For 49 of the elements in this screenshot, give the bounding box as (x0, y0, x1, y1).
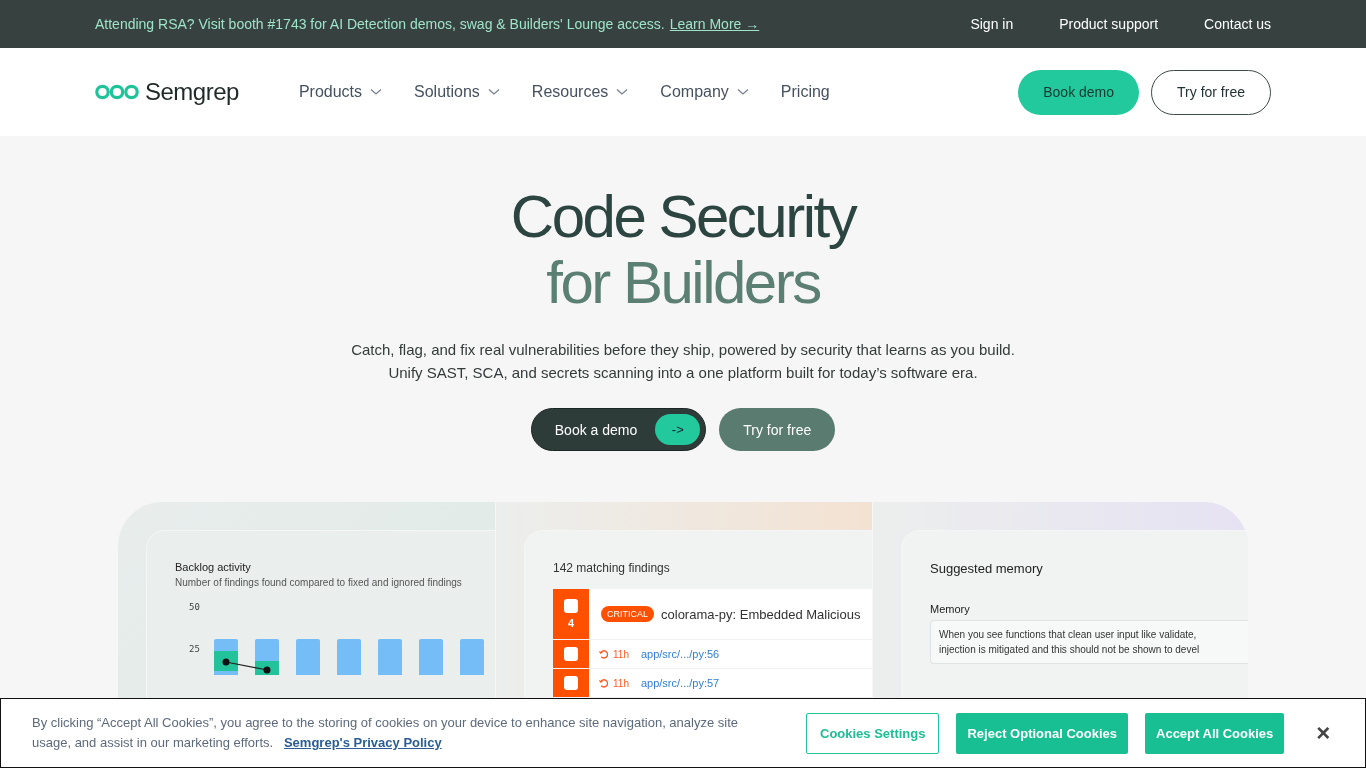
file-path-link[interactable]: app/src/.../py:56 (640, 648, 720, 660)
top-link[interactable]: Contact us (1204, 16, 1271, 32)
severity-tag: CRITICAL (601, 606, 654, 622)
hero-subtitle: Catch, flag, and fix real vulnerabilities before they ship, powered by security that learns as you build. Unify SAST, SCA, and secrets scanning into a one platform built for today’s software era. (351, 340, 1015, 383)
cookie-text: By clicking “Accept All Cookies”, you agree to the storing of cookies on your device to enhance site navigation, analyze site usage, and assist in our marketing efforts. Semgrep's Privacy Policy (32, 714, 739, 752)
nav-menu-item[interactable]: Company (660, 83, 749, 101)
card-title: Suggested memory (930, 561, 1044, 576)
book-demo-button[interactable]: Book demo (1018, 69, 1140, 115)
finding-count: 4 (567, 617, 575, 629)
privacy-policy-link[interactable]: Semgrep's Privacy Policy (283, 735, 442, 750)
checkbox[interactable] (564, 676, 578, 690)
chart-bar (418, 639, 443, 675)
nav-menu-item[interactable]: Pricing (780, 83, 830, 101)
top-link[interactable]: Sign in (970, 16, 1014, 32)
file-path-link[interactable]: app/src/.../py:57 (640, 677, 720, 689)
history-icon (599, 649, 608, 659)
memory-text-field[interactable]: When you see functions that clean user input like validate, injection is mitigated and this should not be shown to devel (930, 620, 1248, 664)
nav-menu-item[interactable]: Resources (531, 83, 629, 101)
field-label: Memory (930, 603, 971, 615)
history-icon (599, 678, 608, 688)
axis-tick-label: 25 (189, 644, 200, 654)
chart-bar (459, 639, 484, 675)
finding-title: colorama-py: Embedded Malicious (661, 606, 861, 622)
learn-more-link[interactable]: Learn More → (669, 16, 760, 32)
announcement-text: Attending RSA? Visit booth #1743 for AI Detection demos, swag & Builders' Lounge access. (95, 16, 665, 32)
chart-bar (336, 639, 361, 675)
trend-line (222, 658, 271, 674)
checkbox[interactable] (564, 599, 578, 613)
book-a-demo-button[interactable]: Book a demo -> (530, 408, 707, 451)
card-title: 142 matching findings (553, 561, 671, 575)
nav-menu-item[interactable]: Products (298, 83, 383, 101)
chart-bar (295, 639, 320, 675)
axis-tick-label: 50 (189, 602, 200, 612)
finding-age: 11h (613, 677, 629, 689)
hero-title: for Builders (546, 250, 820, 316)
card-title: Backlog activity (175, 561, 252, 573)
top-link[interactable]: Product support (1059, 16, 1159, 32)
close-button[interactable]: × (1312, 719, 1335, 747)
finding-age: 11h (613, 648, 629, 660)
try-for-free-button[interactable]: Try for free (719, 408, 836, 451)
arrow-pill: -> (655, 414, 701, 445)
hero-title: Code Security (510, 184, 856, 250)
card-subtitle: Number of findings found compared to fixed and ignored findings (175, 577, 463, 588)
nav-menu-item[interactable]: Solutions (414, 83, 500, 101)
brand-name[interactable]: Semgrep (145, 78, 239, 106)
try-for-free-button[interactable]: Try for free (1151, 69, 1271, 115)
logo-icon[interactable] (95, 83, 139, 101)
checkbox[interactable] (564, 647, 578, 661)
chart-bar (377, 639, 402, 675)
